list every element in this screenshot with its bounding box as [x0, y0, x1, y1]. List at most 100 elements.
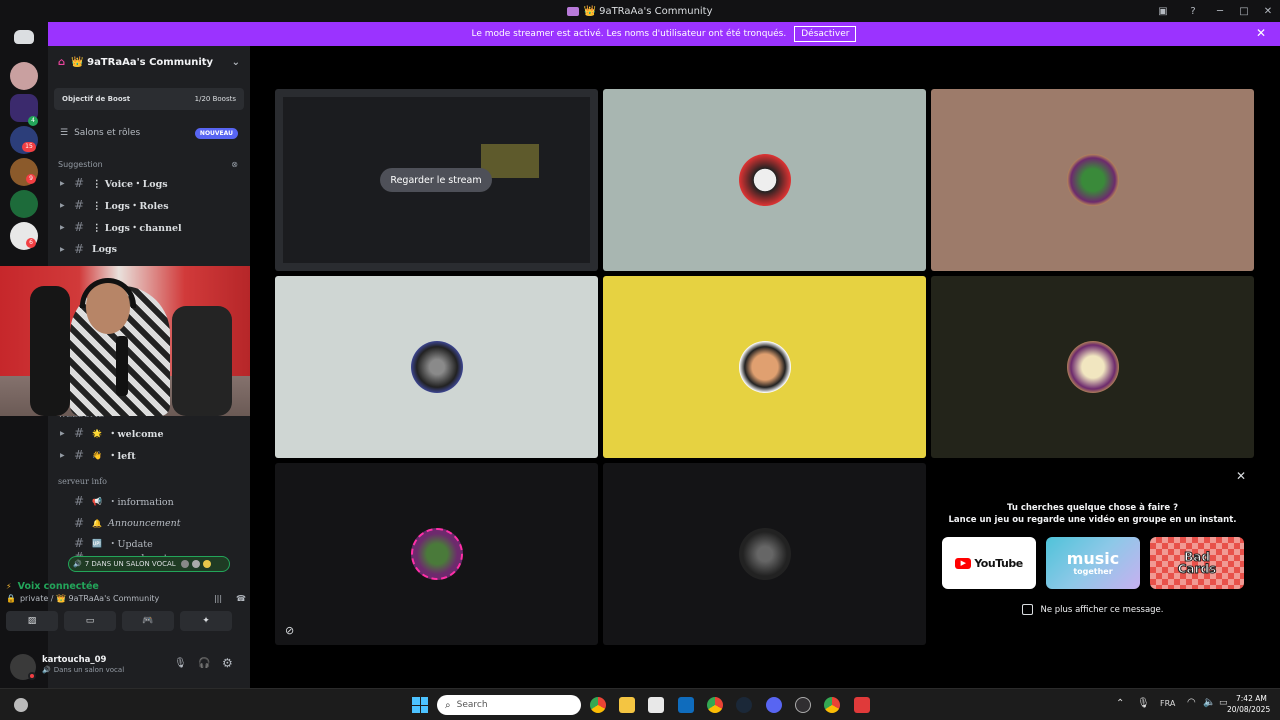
- language-indicator[interactable]: FRA: [1160, 699, 1175, 708]
- channel-voice-logs[interactable]: ▶ # ⋮ Voice・Logs: [48, 172, 250, 194]
- bad-cards-card[interactable]: Bad Cards: [1150, 537, 1244, 589]
- channel-label: Logs: [92, 243, 118, 255]
- waveform-icon[interactable]: |||: [214, 594, 222, 603]
- clock-date[interactable]: 20/08/2025: [1227, 705, 1270, 714]
- streamer-mode-banner: Le mode streamer est activé. Les noms d'…: [48, 22, 1280, 46]
- microphone-image: [116, 336, 128, 396]
- gear-icon[interactable]: ⚙: [222, 656, 233, 670]
- server-header[interactable]: ⌂ 👑 9aTRaAa's Community ⌄: [48, 46, 250, 78]
- video-off-button[interactable]: ▨: [6, 611, 58, 631]
- server-icon[interactable]: [10, 62, 38, 90]
- store-icon[interactable]: [648, 697, 664, 713]
- outlook-icon[interactable]: [678, 697, 694, 713]
- promo-subtitle: Lance un jeu ou regarde une vidéo en gro…: [948, 515, 1237, 525]
- maximize-button[interactable]: □: [1232, 6, 1256, 17]
- emoji-icon: 🌟: [92, 428, 102, 438]
- channels-and-roles[interactable]: ☰ Salons et rôles NOUVEAU: [48, 116, 250, 150]
- boost-goal[interactable]: Objectif de Boost 1/20 Boosts: [54, 88, 244, 110]
- windows-taskbar: ⌕ Search ⌃ 🎙 FRA ◠ 🔈 ▭ 7:42 AM 20/08/202…: [0, 688, 1280, 720]
- chrome-icon[interactable]: [824, 697, 840, 713]
- channel-logs-roles[interactable]: ▶ # ⋮ Logs・Roles: [48, 194, 250, 216]
- clock-time[interactable]: 7:42 AM: [1236, 694, 1267, 703]
- voice-stage: Regarder le stream ⊘ ✕ Tu cherches quelq…: [250, 46, 1280, 688]
- wifi-icon[interactable]: ◠: [1187, 697, 1196, 708]
- dont-show-checkbox[interactable]: [1021, 604, 1033, 615]
- close-window-button[interactable]: ✕: [1256, 6, 1280, 17]
- activities-button[interactable]: 🎮: [122, 611, 174, 631]
- channel-information[interactable]: # 📢 ・information: [48, 490, 250, 512]
- headphones-icon[interactable]: 🎧: [198, 658, 210, 669]
- user-panel: kartoucha_09 🔊 Dans un salon vocal 🎙 🎧 ⚙: [6, 648, 246, 686]
- in-voice-pill[interactable]: 🔊 7 DANS UN SALON VOCAL: [68, 556, 230, 572]
- channel-left[interactable]: ▶ # 👋 ・left: [48, 444, 250, 466]
- obs-icon[interactable]: [795, 697, 811, 713]
- disable-streamer-button[interactable]: Désactiver: [794, 26, 857, 42]
- category-suggestion[interactable]: Suggestion ⊗: [48, 156, 250, 172]
- widgets-icon[interactable]: [14, 698, 28, 712]
- voice-status[interactable]: Voix connectée: [18, 581, 99, 592]
- help-icon[interactable]: ?: [1178, 6, 1208, 17]
- chevron-down-icon: ⌄: [231, 56, 240, 68]
- channel-welcome[interactable]: ▶ # 🌟 ・welcome: [48, 422, 250, 444]
- hash-icon: #: [73, 220, 85, 234]
- channel-announcement[interactable]: # 🔔 Announcement: [48, 512, 250, 534]
- windows-start-icon[interactable]: [412, 697, 428, 713]
- home-icon: ⌂: [58, 56, 66, 68]
- taskbar-search[interactable]: ⌕ Search: [437, 695, 581, 715]
- mic-icon[interactable]: 🎙: [1137, 698, 1150, 709]
- participant-tile[interactable]: ⊘: [275, 463, 598, 645]
- category-serveur-info[interactable]: serveur info: [48, 474, 250, 490]
- participant-tile[interactable]: [931, 89, 1254, 271]
- server-icon[interactable]: [10, 190, 38, 218]
- user-status: Dans un salon vocal: [53, 666, 125, 674]
- app-icon[interactable]: [854, 697, 870, 713]
- channel-label: ⋮ Logs・channel: [92, 223, 182, 234]
- music-together-card[interactable]: music together: [1046, 537, 1140, 589]
- steam-icon[interactable]: [736, 697, 752, 713]
- youtube-card[interactable]: ▶ YouTube: [942, 537, 1036, 589]
- discord-home-icon[interactable]: [14, 30, 34, 44]
- username[interactable]: kartoucha_09: [42, 655, 106, 665]
- channel-label: ・information: [107, 497, 174, 508]
- chrome-icon[interactable]: [707, 697, 723, 713]
- close-icon[interactable]: ✕: [1236, 469, 1246, 483]
- minimize-button[interactable]: ─: [1208, 6, 1232, 17]
- chevron-up-icon[interactable]: ⌃: [1116, 698, 1124, 709]
- file-explorer-icon[interactable]: [619, 697, 635, 713]
- volume-icon[interactable]: 🔈: [1203, 697, 1215, 708]
- inbox-icon[interactable]: ▣: [1148, 6, 1178, 17]
- in-voice-label: 7 DANS UN SALON VOCAL: [84, 560, 176, 568]
- music-label: music: [1066, 548, 1120, 568]
- participant-tile[interactable]: [931, 276, 1254, 458]
- participant-tile[interactable]: [603, 89, 926, 271]
- close-circle-icon[interactable]: ⊗: [231, 160, 238, 169]
- participant-tile[interactable]: [275, 276, 598, 458]
- channel-update[interactable]: # 🆙 ・Update: [48, 534, 250, 552]
- new-badge: NOUVEAU: [194, 127, 238, 139]
- avatar: [202, 560, 211, 568]
- stream-tile[interactable]: Regarder le stream: [275, 89, 598, 271]
- chair-image: [30, 286, 70, 416]
- soundboard-button[interactable]: ✦: [180, 611, 232, 631]
- channel-logs[interactable]: ▶ # Logs: [48, 238, 250, 260]
- watch-stream-button[interactable]: Regarder le stream: [380, 168, 492, 192]
- chrome-icon[interactable]: [590, 697, 606, 713]
- avatar: [738, 154, 791, 206]
- channel-label: ⋮ Voice・Logs: [92, 179, 168, 190]
- voice-location[interactable]: private / 👑 9aTRaAa's Community: [20, 594, 159, 603]
- channel-logs-channel[interactable]: ▶ # ⋮ Logs・channel: [48, 216, 250, 238]
- close-icon[interactable]: ✕: [1256, 26, 1266, 40]
- notification-badge: 9: [26, 174, 36, 184]
- participant-tile[interactable]: [603, 463, 926, 645]
- search-icon: ⌕: [445, 699, 451, 711]
- disconnect-icon[interactable]: ☎: [236, 594, 246, 603]
- mic-icon[interactable]: 🎙: [174, 658, 187, 669]
- participant-tile[interactable]: [603, 276, 926, 458]
- server-name: 👑 9aTRaAa's Community: [71, 56, 214, 68]
- discord-icon[interactable]: [766, 697, 782, 713]
- screen-share-button[interactable]: ▭: [64, 611, 116, 631]
- emoji-icon: 🔔: [92, 518, 102, 528]
- youtube-label: YouTube: [974, 556, 1023, 570]
- hide-icon[interactable]: ⊘: [285, 624, 294, 637]
- window-title: 👑 9aTRaAa's Community: [583, 5, 713, 17]
